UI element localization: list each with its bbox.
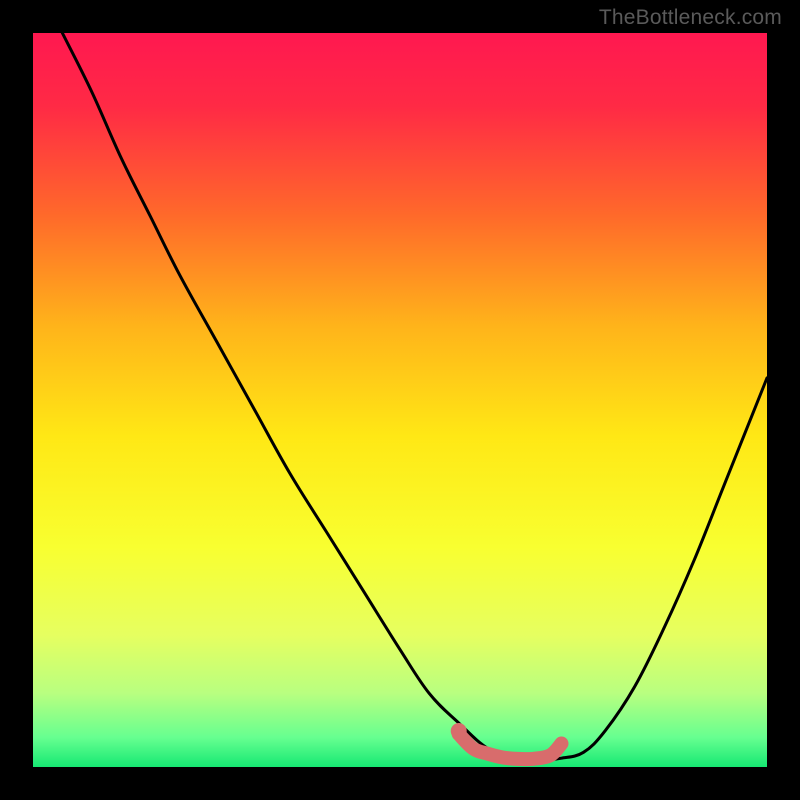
- curve-layer: [33, 33, 767, 767]
- optimal-start-dot: [451, 723, 467, 739]
- plot-area: [33, 33, 767, 767]
- watermark-text: TheBottleneck.com: [599, 6, 782, 30]
- chart-container: TheBottleneck.com: [0, 0, 800, 800]
- bottleneck-curve: [62, 33, 767, 761]
